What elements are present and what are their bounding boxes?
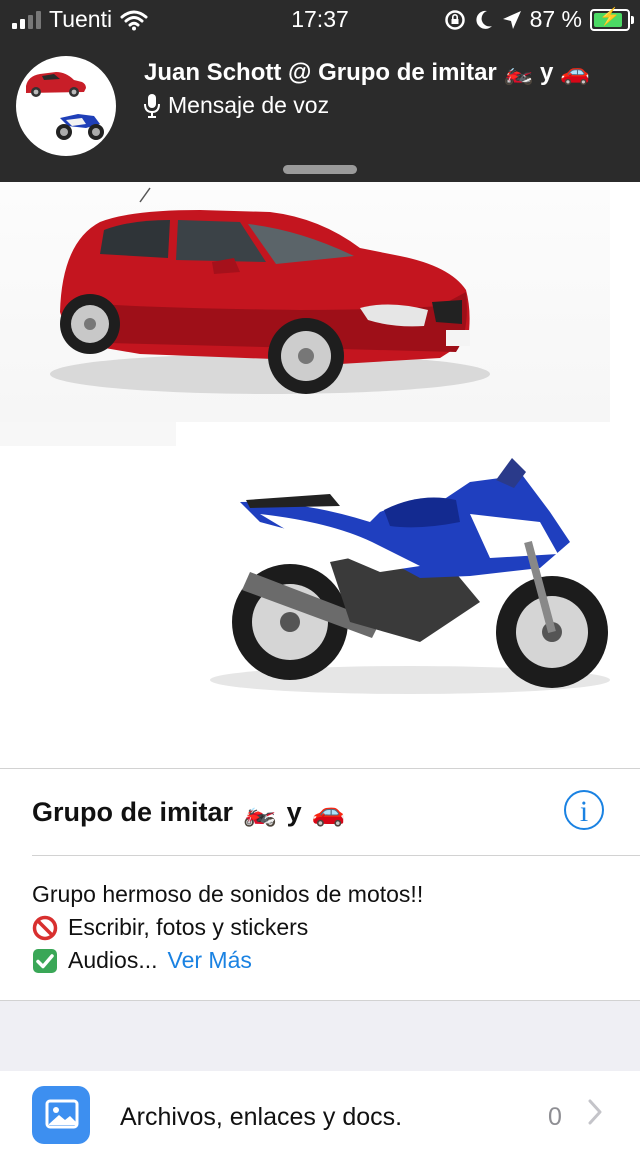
photo-library-icon <box>32 1086 90 1144</box>
see-more-link[interactable]: Ver Más <box>168 944 252 977</box>
description-line-1: Grupo hermoso de sonidos de motos!! <box>32 881 424 907</box>
group-photo[interactable] <box>0 182 640 768</box>
group-name-text: Grupo de imitar <box>32 796 234 827</box>
rotation-lock-icon <box>444 9 465 30</box>
motorcycle-image <box>210 458 610 694</box>
battery-icon: ⚡ <box>590 7 634 31</box>
motorcycle-emoji: 🏍️ <box>243 797 277 827</box>
files-row-label: Archivos, enlaces y docs. <box>120 1103 403 1131</box>
divider <box>32 855 640 856</box>
info-icon[interactable]: i <box>564 790 604 830</box>
files-row-count: 0 <box>548 1103 562 1131</box>
chat-subtitle: Mensaje de voz <box>168 92 330 118</box>
description-line-2: Escribir, fotos y stickers <box>68 914 309 940</box>
location-icon <box>502 10 521 29</box>
chat-title: Juan Schott @ Grupo de imitar 🏍️ y 🚗 <box>144 59 590 86</box>
group-name-conjunction: y <box>286 796 302 827</box>
chevron-right-icon <box>588 1099 602 1125</box>
prohibited-icon <box>32 915 58 940</box>
divider <box>0 768 640 769</box>
moon-icon <box>475 10 492 29</box>
group-description: Grupo hermoso de sonidos de motos!! Escr… <box>32 878 423 977</box>
description-line-3: Audios... <box>68 947 158 973</box>
check-mark-icon <box>33 948 57 973</box>
microphone-icon <box>144 93 160 118</box>
group-avatar[interactable] <box>16 56 116 156</box>
files-links-docs-row[interactable]: Archivos, enlaces y docs. 0 <box>0 1071 640 1144</box>
drag-handle[interactable] <box>283 165 357 174</box>
battery-percent: 87 % <box>529 6 582 32</box>
status-bar: Tuenti 17:37 87 % ⚡ <box>0 0 640 40</box>
section-gap <box>0 1001 640 1071</box>
chat-header: Juan Schott @ Grupo de imitar 🏍️ y 🚗 Men… <box>0 40 640 182</box>
car-emoji: 🚗 <box>311 797 346 827</box>
